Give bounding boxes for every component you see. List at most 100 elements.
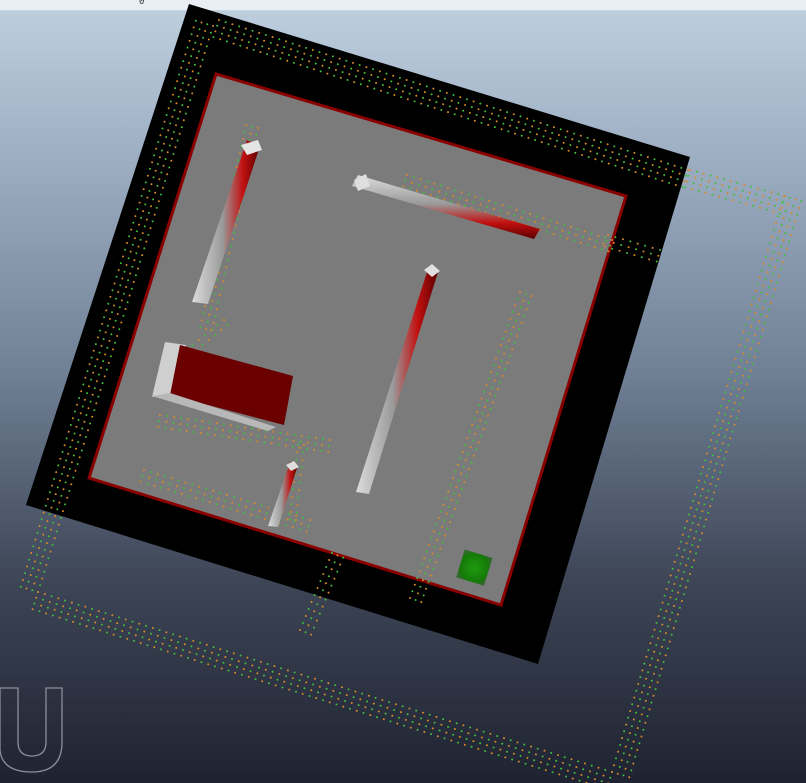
sensor-dot xyxy=(227,34,230,37)
sensor-dot xyxy=(65,618,68,621)
sensor-dot xyxy=(586,243,589,246)
sensor-dot xyxy=(415,709,418,712)
sensor-dot xyxy=(494,202,497,205)
sensor-dot xyxy=(258,428,261,431)
sensor-dot xyxy=(624,767,627,770)
sensor-dot xyxy=(424,572,427,575)
sensor-dot xyxy=(488,200,490,202)
sensor-dot xyxy=(333,561,336,564)
sensor-dot xyxy=(201,343,204,346)
sensor-dot xyxy=(556,221,559,224)
sensor-dot xyxy=(574,151,577,154)
sensor-dot xyxy=(247,41,250,44)
sensor-dot xyxy=(685,174,688,177)
sensor-dot xyxy=(207,338,210,341)
sensor-dot xyxy=(673,605,676,607)
sensor-dot xyxy=(564,136,567,139)
sensor-dot xyxy=(161,127,164,130)
sensor-dot xyxy=(500,128,503,131)
sensor-dot xyxy=(177,479,180,482)
sensor-dot xyxy=(431,552,434,555)
sensor-dot xyxy=(244,426,246,429)
sensor-dot xyxy=(189,77,192,80)
sensor-dot xyxy=(642,250,645,253)
sensor-dot xyxy=(756,187,759,190)
sensor-dot xyxy=(649,252,652,255)
sensor-dot xyxy=(779,212,782,215)
sensor-dot xyxy=(143,630,146,633)
sensor-dot xyxy=(91,607,93,610)
sensor-dot xyxy=(774,244,777,247)
sensor-dot xyxy=(327,591,330,594)
sensor-dot xyxy=(650,679,653,682)
sensor-dot xyxy=(153,154,156,157)
sensor-dot xyxy=(630,769,633,772)
sensor-dot xyxy=(568,231,571,234)
sensor-dot xyxy=(748,191,751,194)
sensor-dot xyxy=(185,637,188,640)
sensor-dot xyxy=(388,86,391,89)
sensor-dot xyxy=(208,501,211,504)
sensor-dot xyxy=(297,496,300,499)
sensor-dot xyxy=(299,440,302,443)
sensor-dot xyxy=(468,468,471,470)
sensor-dot xyxy=(172,633,175,636)
sensor-dot xyxy=(671,567,674,570)
sensor-dot xyxy=(253,502,256,505)
sensor-dot xyxy=(381,699,384,701)
sensor-dot xyxy=(120,321,123,324)
sensor-dot xyxy=(200,426,203,429)
sensor-dot xyxy=(151,161,154,164)
sensor-dot xyxy=(679,584,682,587)
sensor-dot xyxy=(366,700,369,703)
sensor-dot xyxy=(243,511,246,514)
sensor-dot xyxy=(638,742,641,745)
sensor-dot xyxy=(417,89,420,91)
sensor-dot xyxy=(367,694,370,697)
sensor-dot xyxy=(519,754,522,757)
sensor-dot xyxy=(719,189,722,192)
sensor-dot xyxy=(331,55,334,58)
sensor-dot xyxy=(345,694,348,697)
sensor-dot xyxy=(131,265,134,268)
sensor-dot xyxy=(305,681,308,684)
sensor-dot xyxy=(263,674,265,677)
sensor-dot xyxy=(61,450,64,453)
sensor-dot xyxy=(590,764,593,767)
sensor-dot xyxy=(452,492,455,495)
sensor-dot xyxy=(205,487,208,490)
sensor-dot xyxy=(617,750,620,753)
sensor-dot xyxy=(53,537,56,540)
sensor-dot xyxy=(758,320,761,323)
sensor-dot xyxy=(95,402,98,405)
sensor-dot xyxy=(181,493,183,495)
sensor-dot xyxy=(76,463,79,465)
sensor-dot xyxy=(269,676,272,679)
sensor-dot xyxy=(499,748,502,751)
sensor-dot xyxy=(421,711,424,714)
sensor-dot xyxy=(515,335,518,337)
sensor-dot xyxy=(285,438,288,441)
sensor-dot xyxy=(451,514,454,517)
sensor-dot xyxy=(177,95,180,98)
sensor-dot xyxy=(356,69,359,72)
sensor-dot xyxy=(231,501,234,504)
sensor-dot xyxy=(220,667,223,670)
sensor-dot xyxy=(659,630,662,633)
sensor-dot xyxy=(298,679,301,682)
sensor-dot xyxy=(264,34,267,36)
sensor-dot xyxy=(735,417,738,419)
sensor-dot xyxy=(151,627,154,629)
sensor-dot xyxy=(667,625,669,628)
simulation-viewport[interactable]: 0 xyxy=(0,0,806,783)
sensor-dot xyxy=(70,483,73,486)
sensor-dot xyxy=(766,249,769,252)
sensor-dot xyxy=(778,230,781,233)
sensor-dot xyxy=(78,397,81,399)
scene-canvas[interactable] xyxy=(0,0,806,783)
sensor-dot xyxy=(40,518,43,521)
sensor-dot xyxy=(205,45,208,48)
sensor-dot xyxy=(544,129,547,132)
sensor-dot xyxy=(108,317,111,320)
sensor-dot xyxy=(193,85,196,88)
